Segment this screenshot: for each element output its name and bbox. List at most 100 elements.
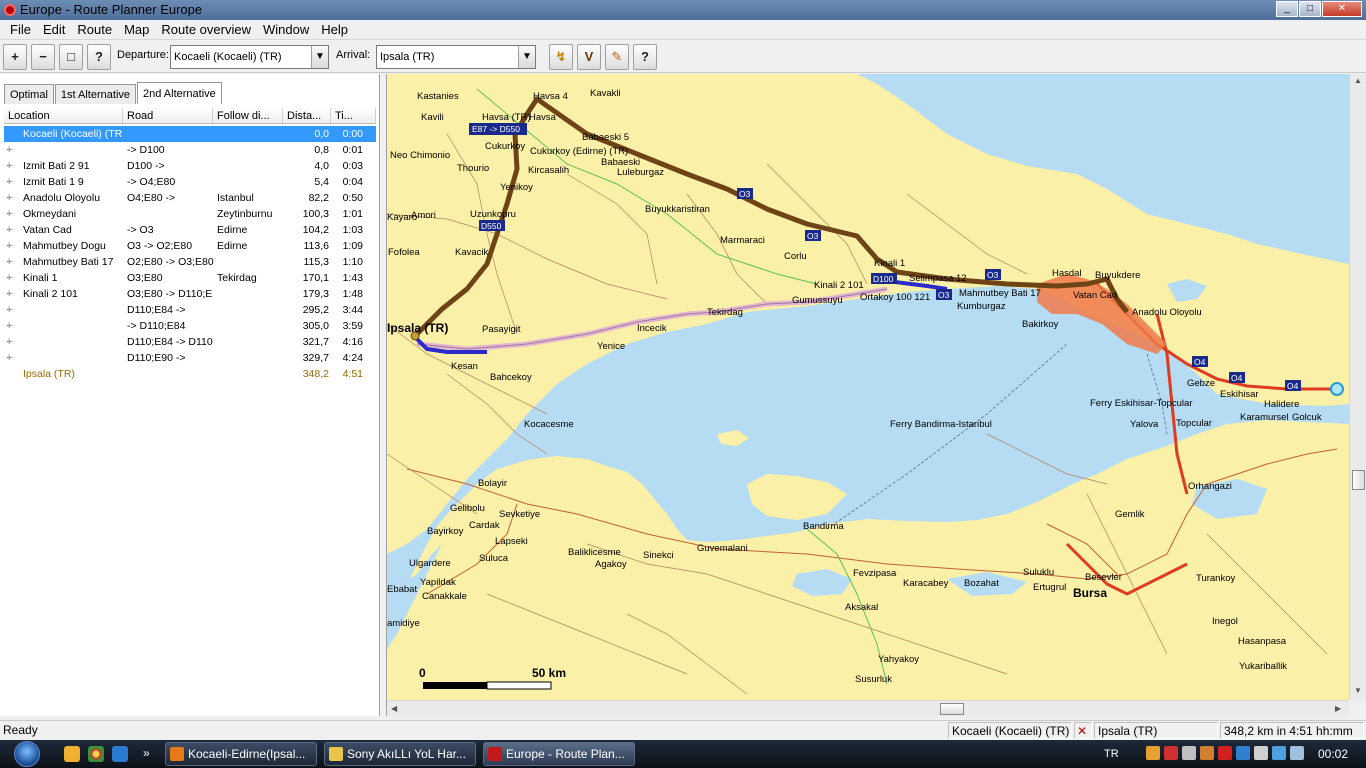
expand-icon[interactable]: +: [6, 270, 16, 286]
close-button[interactable]: ✕: [1322, 1, 1362, 17]
column-location[interactable]: Location: [4, 108, 123, 124]
scroll-thumb[interactable]: [1352, 470, 1365, 490]
menu-edit[interactable]: Edit: [37, 20, 71, 40]
expand-icon[interactable]: +: [6, 302, 16, 318]
expand-icon[interactable]: +: [6, 334, 16, 350]
chrome-icon[interactable]: [88, 746, 104, 762]
network-icon[interactable]: [1272, 746, 1286, 760]
quicklaunch-more[interactable]: »: [143, 746, 150, 760]
tab-1st-alternative[interactable]: 1st Alternative: [54, 84, 136, 104]
zoom-custom-button[interactable]: ?: [87, 44, 111, 70]
menu-map[interactable]: Map: [118, 20, 155, 40]
map-canvas[interactable]: Kastanies Havsa 4 Kavakli Havsa (TR) Hav…: [387, 74, 1349, 700]
task-route-planner[interactable]: Europe - Route Plan...: [483, 742, 635, 766]
expand-icon[interactable]: +: [6, 174, 16, 190]
expand-icon[interactable]: +: [6, 206, 16, 222]
table-row[interactable]: + Izmit Bati 1 9 -> O4;E80 5,4 0:04: [4, 174, 376, 190]
zoom-in-button[interactable]: +: [3, 44, 27, 70]
map-label: Cukurkoy: [485, 141, 525, 152]
tab-2nd-alternative[interactable]: 2nd Alternative: [137, 82, 222, 104]
tab-optimal[interactable]: Optimal: [4, 84, 54, 104]
zoom-out-button[interactable]: −: [31, 44, 55, 70]
help-button[interactable]: ?: [633, 44, 657, 70]
expand-icon[interactable]: +: [6, 222, 16, 238]
menu-file[interactable]: File: [4, 20, 37, 40]
cell-time: 3:44: [342, 304, 363, 316]
internet-explorer-icon[interactable]: [112, 746, 128, 762]
route-calculate-button[interactable]: ↯: [549, 44, 573, 70]
table-row[interactable]: + -> D100 0,8 0:01: [4, 142, 376, 158]
map-horizontal-scrollbar[interactable]: ◀ ▶: [387, 700, 1349, 716]
tray-app-icon[interactable]: [1254, 746, 1268, 760]
route-via-button[interactable]: V: [577, 44, 601, 70]
departure-select[interactable]: Kocaeli (Kocaeli) (TR) ▼: [170, 45, 329, 69]
column-road[interactable]: Road: [123, 108, 213, 124]
scroll-up-arrow[interactable]: ▲: [1354, 76, 1362, 85]
scroll-left-arrow[interactable]: ◀: [391, 704, 397, 713]
expand-icon[interactable]: +: [6, 190, 16, 206]
expand-icon[interactable]: +: [6, 254, 16, 270]
map-label: Kesan: [451, 361, 478, 372]
table-row[interactable]: + Vatan Cad -> O3 Edirne 104,2 1:03: [4, 222, 376, 238]
expand-icon[interactable]: +: [6, 158, 16, 174]
table-row[interactable]: + Mahmutbey Dogu O3 -> O2;E80 Edirne 113,6 1:…: [4, 238, 376, 254]
route-edit-button[interactable]: ✎: [605, 44, 629, 70]
map-view[interactable]: Kastanies Havsa 4 Kavakli Havsa (TR) Hav…: [387, 74, 1349, 700]
volume-icon[interactable]: [1290, 746, 1304, 760]
tray-app-icon[interactable]: [1182, 746, 1196, 760]
map-label: Eskihisar: [1220, 389, 1259, 400]
tray-security-icon[interactable]: [1164, 746, 1178, 760]
zoom-window-button[interactable]: □: [59, 44, 83, 70]
task-firefox[interactable]: Kocaeli-Edirne(Ipsal...: [165, 742, 317, 766]
table-row[interactable]: Ipsala (TR) 348,2 4:51: [4, 366, 376, 382]
table-row[interactable]: + Mahmutbey Bati 17 O2;E80 -> O3;E80 115,3 1…: [4, 254, 376, 270]
map-label: Gelibolu: [450, 503, 485, 514]
task-document[interactable]: Sony AkıLLı YoL Har...: [324, 742, 476, 766]
close-icon[interactable]: ✕: [1074, 722, 1092, 739]
arrival-select[interactable]: Ipsala (TR) ▼: [376, 45, 536, 69]
scroll-right-arrow[interactable]: ▶: [1335, 704, 1341, 713]
column-time[interactable]: Ti...: [331, 108, 376, 124]
start-button[interactable]: [4, 740, 52, 768]
tray-app-icon[interactable]: [1146, 746, 1160, 760]
map-label: Bakirkoy: [1022, 319, 1059, 330]
expand-icon[interactable]: +: [6, 318, 16, 334]
status-to: Ipsala (TR): [1094, 722, 1218, 739]
scroll-down-arrow[interactable]: ▼: [1354, 686, 1362, 695]
scroll-thumb[interactable]: [940, 703, 964, 715]
tray-app-icon[interactable]: [1200, 746, 1214, 760]
tray-app-icon[interactable]: [1236, 746, 1250, 760]
panel-splitter[interactable]: [380, 74, 387, 716]
language-indicator[interactable]: TR: [1104, 740, 1119, 768]
menu-route-overview[interactable]: Route overview: [155, 20, 257, 40]
table-row[interactable]: + Kinali 2 101 O3;E80 -> D110;E 179,3 1:48: [4, 286, 376, 302]
table-row[interactable]: Kocaeli (Kocaeli) (TR 0,0 0:00: [4, 126, 376, 142]
table-row[interactable]: + Anadolu Oloyolu O4;E80 -> Istanbul 82,2 0:5…: [4, 190, 376, 206]
table-row[interactable]: + D110;E90 -> 329,7 4:24: [4, 350, 376, 366]
table-row[interactable]: + Kinali 1 O3;E80 Tekirdag 170,1 1:43: [4, 270, 376, 286]
menu-help[interactable]: Help: [315, 20, 354, 40]
menu-window[interactable]: Window: [257, 20, 315, 40]
expand-icon[interactable]: +: [6, 142, 16, 158]
column-distance[interactable]: Dista...: [283, 108, 331, 124]
minimize-button[interactable]: _: [1276, 1, 1298, 17]
tray-app-icon[interactable]: [1218, 746, 1232, 760]
maximize-button[interactable]: □: [1299, 1, 1321, 17]
chevron-down-icon[interactable]: ▼: [311, 46, 328, 68]
cell-time: 3:59: [342, 320, 363, 332]
menu-route[interactable]: Route: [71, 20, 118, 40]
chevron-down-icon[interactable]: ▼: [518, 46, 535, 68]
expand-icon[interactable]: +: [6, 350, 16, 366]
expand-icon[interactable]: +: [6, 238, 16, 254]
table-row[interactable]: + D110;E84 -> 295,2 3:44: [4, 302, 376, 318]
table-row[interactable]: + -> D110;E84 305,0 3:59: [4, 318, 376, 334]
cell-road: D100 ->: [127, 160, 165, 172]
table-row[interactable]: + Okmeydani Zeytinburnu 100,3 1:01: [4, 206, 376, 222]
table-row[interactable]: + D110;E84 -> D110 321,7 4:16: [4, 334, 376, 350]
expand-icon[interactable]: +: [6, 286, 16, 302]
table-row[interactable]: + Izmit Bati 2 91 D100 -> 4,0 0:03: [4, 158, 376, 174]
column-follow-direction[interactable]: Follow di...: [213, 108, 283, 124]
clock[interactable]: 00:02: [1318, 740, 1348, 768]
map-vertical-scrollbar[interactable]: ▲ ▼: [1349, 74, 1366, 700]
folder-icon[interactable]: [64, 746, 80, 762]
